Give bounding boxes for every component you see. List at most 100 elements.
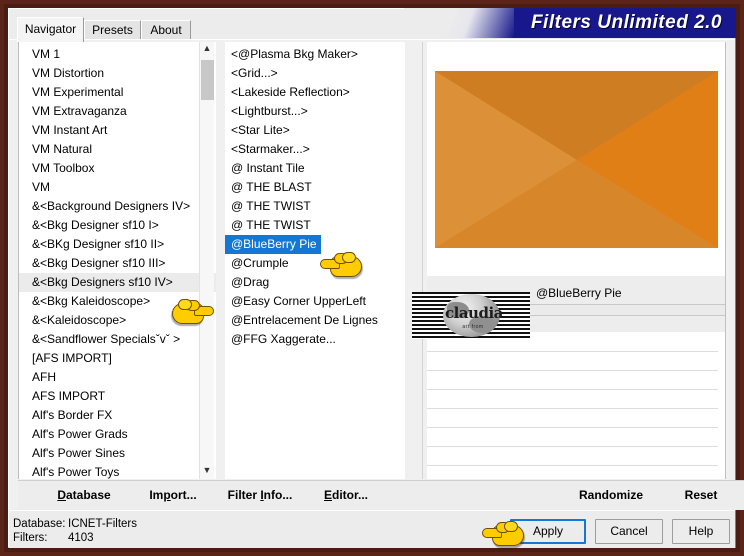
navigator-item[interactable]: AFH (19, 368, 216, 387)
tab-about[interactable]: About (141, 20, 191, 39)
filter-list-row[interactable]: <Grid...> (225, 64, 405, 83)
filter-item[interactable]: <Star Lite> (225, 121, 290, 140)
filter-item[interactable]: @ THE TWIST (225, 216, 311, 235)
filter-list-row[interactable]: @ Instant Tile (225, 159, 405, 178)
editor-button[interactable]: Editor... (313, 485, 379, 506)
navigator-item[interactable]: &<Bkg Designer sf10 III> (19, 254, 216, 273)
navigator-item[interactable]: VM Toolbox (19, 159, 216, 178)
filter-info-button-label: nfo... (263, 488, 293, 502)
selected-filter-label: @BlueBerry Pie (536, 286, 622, 300)
filter-list-row[interactable]: @Entrelacement De Lignes (225, 311, 405, 330)
navigator-item[interactable]: VM 1 (19, 45, 216, 64)
parameter-separator (427, 446, 718, 447)
navigator-item[interactable]: &<BKg Designer sf10 II> (19, 235, 216, 254)
filter-item[interactable]: <@Plasma Bkg Maker> (225, 45, 358, 64)
scroll-up-icon[interactable]: ▲ (200, 42, 214, 57)
navigator-item[interactable]: VM (19, 178, 216, 197)
tab-strip: Navigator Presets About (9, 17, 735, 42)
filter-list[interactable]: <@Plasma Bkg Maker> <Grid...> <Lakeside Re… (225, 42, 405, 479)
filter-info-button[interactable]: Filter Info... (214, 485, 306, 506)
toolbar: Database Import... Filter Info... Editor… (18, 480, 744, 510)
filter-item[interactable]: @FFG Xaggerate... (225, 330, 336, 349)
filter-list-row[interactable]: @FFG Xaggerate... (225, 330, 405, 349)
filter-item[interactable]: <Grid...> (225, 64, 278, 83)
parameter-separator (427, 389, 718, 390)
parameter-separator (427, 351, 718, 352)
filter-item[interactable]: <Lightburst...> (225, 102, 308, 121)
navigator-item[interactable]: AFS IMPORT (19, 387, 216, 406)
database-button-label: atabase (65, 488, 111, 502)
navigator-item[interactable]: Alf's Power Toys (19, 463, 216, 479)
filter-preview-image[interactable] (435, 71, 718, 248)
status-filters-key: Filters: (13, 532, 48, 544)
filter-item[interactable]: @Drag (225, 273, 269, 292)
navigator-item[interactable]: &<Kaleidoscope> (19, 311, 216, 330)
filter-list-row[interactable]: @Crumple (225, 254, 405, 273)
filter-item[interactable]: @BlueBerry Pie (225, 235, 321, 254)
filter-list-row[interactable]: @ THE TWIST (225, 216, 405, 235)
parameter-separator (427, 370, 718, 371)
status-bar: Database: ICNET-Filters Filters: 4103 Ap… (9, 510, 735, 548)
filter-item[interactable]: @ Instant Tile (225, 159, 305, 178)
navigator-item[interactable]: Alf's Power Grads (19, 425, 216, 444)
navigator-item[interactable]: &<Bkg Kaleidoscope> (19, 292, 216, 311)
tab-presets[interactable]: Presets (84, 20, 141, 39)
navigator-item[interactable]: &<Sandflower Specialsˇvˇ > (19, 330, 216, 349)
apply-button[interactable]: Apply (510, 519, 586, 544)
preview-facet-bottom (435, 160, 718, 248)
navigator-item[interactable]: &<Background Designers IV> (19, 197, 216, 216)
filter-list-row[interactable]: @BlueBerry Pie (225, 235, 405, 254)
tab-navigator[interactable]: Navigator (17, 17, 84, 42)
status-filters-value: 4103 (68, 532, 94, 544)
status-database-value: ICNET-Filters (68, 518, 137, 530)
filter-list-row[interactable]: <Starmaker...> (225, 140, 405, 159)
randomize-button[interactable]: Randomize (567, 485, 655, 506)
navigator-item[interactable]: &<Bkg Designers sf10 IV> (19, 273, 216, 292)
import-button[interactable]: Import... (140, 485, 206, 506)
import-button-label: ort... (170, 488, 197, 502)
filter-list-row[interactable]: <Lightburst...> (225, 102, 405, 121)
navigator-item[interactable]: [AFS IMPORT] (19, 349, 216, 368)
filter-list-row[interactable]: <Star Lite> (225, 121, 405, 140)
filter-item[interactable]: @Easy Corner UpperLeft (225, 292, 366, 311)
navigator-item[interactable]: VM Natural (19, 140, 216, 159)
watermark-subtext: art from (462, 324, 484, 330)
filter-item[interactable]: <Starmaker...> (225, 140, 310, 159)
navigator-item[interactable]: VM Distortion (19, 64, 216, 83)
filter-item[interactable]: @ THE BLAST (225, 178, 312, 197)
panel-divider (422, 42, 423, 479)
filter-item[interactable]: <Lakeside Reflection> (225, 83, 350, 102)
preview-panel: @BlueBerry Pie (427, 42, 726, 479)
filter-item[interactable]: @Crumple (225, 254, 289, 273)
preview-canvas (435, 71, 718, 248)
filters-unlimited-window: Filters Unlimited 2.0 Navigator Presets … (0, 0, 744, 556)
navigator-item[interactable]: &<Bkg Designer sf10 I> (19, 216, 216, 235)
filter-list-row[interactable]: @Drag (225, 273, 405, 292)
navigator-item[interactable]: VM Experimental (19, 83, 216, 102)
reset-button[interactable]: Reset (674, 485, 728, 506)
navigator-list[interactable]: VM 1 VM Distortion VM Experimental VM Extra… (18, 42, 216, 479)
filter-item[interactable]: @ THE TWIST (225, 197, 311, 216)
filter-list-row[interactable]: @Easy Corner UpperLeft (225, 292, 405, 311)
navigator-scroll-thumb[interactable] (201, 60, 214, 100)
filter-list-row[interactable]: @ THE BLAST (225, 178, 405, 197)
claudia-watermark: claudia art from (412, 292, 530, 339)
filter-list-row[interactable]: <@Plasma Bkg Maker> (225, 45, 405, 64)
navigator-item[interactable]: VM Extravaganza (19, 102, 216, 121)
navigator-scrollbar[interactable]: ▲ ▼ (199, 42, 214, 479)
scroll-down-icon[interactable]: ▼ (200, 464, 214, 479)
filter-item[interactable]: @Entrelacement De Lignes (225, 311, 378, 330)
help-button[interactable]: Help (672, 519, 730, 544)
cancel-button[interactable]: Cancel (595, 519, 663, 544)
filter-list-row[interactable]: <Lakeside Reflection> (225, 83, 405, 102)
navigator-item[interactable]: VM Instant Art (19, 121, 216, 140)
client-area: VM 1 VM Distortion VM Experimental VM Extra… (9, 39, 744, 510)
parameter-separator (427, 427, 718, 428)
navigator-item[interactable]: Alf's Border FX (19, 406, 216, 425)
parameter-separator (427, 465, 718, 466)
parameter-separator (427, 408, 718, 409)
tab-navigator-label: Navigator (24, 22, 77, 36)
navigator-item[interactable]: Alf's Power Sines (19, 444, 216, 463)
database-button[interactable]: Database (47, 485, 121, 506)
filter-list-row[interactable]: @ THE TWIST (225, 197, 405, 216)
